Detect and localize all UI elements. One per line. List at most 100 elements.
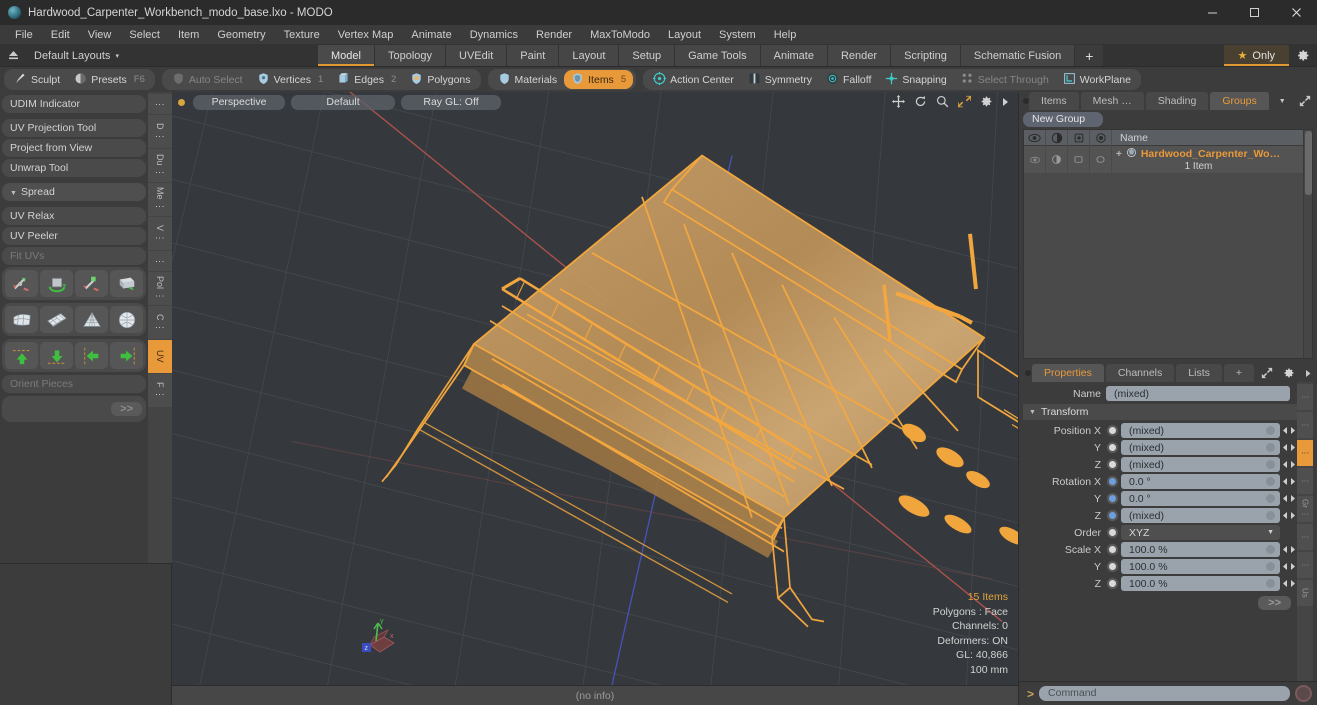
- left-vtab-6[interactable]: Pol ⋮: [148, 272, 172, 305]
- menu-item-layout[interactable]: Layout: [659, 25, 710, 45]
- right-vtab-7[interactable]: Us: [1297, 580, 1313, 606]
- properties-gear-icon[interactable]: [1278, 364, 1300, 382]
- mode-button-symmetry[interactable]: Symmetry: [741, 70, 819, 89]
- property-spinner-arrows[interactable]: [1281, 443, 1297, 452]
- left-vtab-7[interactable]: C ⋮: [148, 306, 172, 339]
- property-key-dot-icon[interactable]: [1266, 426, 1275, 435]
- table-row[interactable]: + Hardwood_Carpenter_Wo… 1 Item: [1024, 146, 1303, 174]
- uv-unwrap-icon[interactable]: [5, 306, 38, 333]
- property-spinner-arrows[interactable]: [1281, 494, 1297, 503]
- menu-item-view[interactable]: View: [79, 25, 121, 45]
- right-vtab-1[interactable]: ⋮: [1297, 412, 1313, 438]
- menu-item-help[interactable]: Help: [765, 25, 806, 45]
- layout-selector[interactable]: Default Layouts ▾: [0, 45, 318, 66]
- mode-button-edges[interactable]: Edges 2: [330, 70, 403, 89]
- menu-item-item[interactable]: Item: [169, 25, 208, 45]
- layout-tab-uvedit[interactable]: UVEdit: [446, 45, 508, 66]
- layout-tab-animate[interactable]: Animate: [760, 45, 828, 66]
- left-panel-more-button[interactable]: >>: [111, 402, 142, 416]
- right-vtab-4[interactable]: Gr ⋮: [1297, 496, 1313, 522]
- uv-move-right-icon[interactable]: [110, 342, 143, 369]
- property-animate-toggle[interactable]: [1106, 526, 1119, 539]
- property-animate-toggle[interactable]: [1106, 441, 1119, 454]
- lock-icon[interactable]: [1068, 129, 1090, 146]
- property-input[interactable]: 100.0 %: [1121, 559, 1280, 574]
- property-animate-toggle[interactable]: [1106, 577, 1119, 590]
- tab-groups[interactable]: Groups: [1210, 92, 1269, 110]
- property-key-dot-icon[interactable]: [1266, 460, 1275, 469]
- settings-gear-icon[interactable]: [1289, 45, 1317, 66]
- property-spinner-arrows[interactable]: [1281, 477, 1297, 486]
- property-input[interactable]: 100.0 %: [1121, 576, 1280, 591]
- tool-item-udim-indicator[interactable]: UDIM Indicator: [2, 95, 146, 113]
- mode-button-workplane[interactable]: WorkPlane: [1056, 70, 1138, 89]
- property-input[interactable]: 0.0 °: [1121, 474, 1280, 489]
- layout-tab-model[interactable]: Model: [318, 45, 375, 66]
- property-dropdown[interactable]: XYZ ▼: [1121, 525, 1280, 540]
- uv-rotate-icon[interactable]: [40, 270, 73, 297]
- left-vtab-2[interactable]: Du ⋮: [148, 149, 172, 182]
- command-record-button[interactable]: [1295, 685, 1312, 702]
- move-icon[interactable]: [892, 95, 905, 111]
- tab-lists[interactable]: Lists: [1176, 364, 1222, 382]
- property-key-dot-icon[interactable]: [1266, 494, 1275, 503]
- viewport-raygl-selector[interactable]: Ray GL: Off: [401, 94, 501, 110]
- info-icon[interactable]: [1090, 129, 1112, 146]
- properties-more-chevron-icon[interactable]: [1300, 364, 1317, 382]
- uv-move-down-icon[interactable]: [40, 342, 73, 369]
- uv-move-left-icon[interactable]: [75, 342, 108, 369]
- row-lock-toggle[interactable]: [1068, 146, 1090, 173]
- layout-tab-topology[interactable]: Topology: [374, 45, 447, 66]
- uv-move-icon[interactable]: [5, 270, 38, 297]
- property-animate-toggle[interactable]: [1106, 543, 1119, 556]
- transform-section-header[interactable]: ▼ Transform: [1023, 404, 1297, 420]
- left-vtab-5[interactable]: ⋮: [148, 251, 172, 271]
- uv-scale-icon[interactable]: [75, 270, 108, 297]
- menu-item-select[interactable]: Select: [120, 25, 169, 45]
- menu-item-texture[interactable]: Texture: [275, 25, 329, 45]
- tab-[interactable]: +: [1223, 364, 1254, 382]
- minimize-button[interactable]: [1191, 0, 1233, 25]
- viewport-style-selector[interactable]: Default: [291, 94, 395, 110]
- property-animate-toggle[interactable]: [1106, 509, 1119, 522]
- group-expand-plus-icon[interactable]: +: [1116, 149, 1122, 160]
- property-input[interactable]: (mixed): [1121, 508, 1280, 523]
- add-layout-tab-button[interactable]: +: [1075, 45, 1105, 66]
- zoom-icon[interactable]: [936, 95, 949, 111]
- property-input[interactable]: (mixed): [1121, 423, 1280, 438]
- layout-tab-paint[interactable]: Paint: [507, 45, 560, 66]
- row-name-cell[interactable]: + Hardwood_Carpenter_Wo…: [1116, 147, 1303, 161]
- close-button[interactable]: [1275, 0, 1317, 25]
- menu-item-dynamics[interactable]: Dynamics: [461, 25, 527, 45]
- left-vtab-8[interactable]: UV: [148, 340, 172, 373]
- left-vtab-1[interactable]: D ⋮: [148, 115, 172, 148]
- tool-item-uv-peeler[interactable]: UV Peeler: [2, 227, 146, 245]
- property-animate-toggle[interactable]: [1106, 492, 1119, 505]
- right-vtab-2[interactable]: ⋮: [1297, 440, 1313, 466]
- row-render-toggle[interactable]: [1046, 146, 1068, 173]
- property-input[interactable]: 100.0 %: [1121, 542, 1280, 557]
- layout-tab-layout[interactable]: Layout: [559, 45, 620, 66]
- property-key-dot-icon[interactable]: [1266, 511, 1275, 520]
- left-vtab-3[interactable]: Me ⋮: [148, 183, 172, 216]
- property-key-dot-icon[interactable]: [1266, 477, 1275, 486]
- property-spinner-arrows[interactable]: [1281, 460, 1297, 469]
- property-spinner-arrows[interactable]: [1281, 562, 1297, 571]
- command-input[interactable]: Command: [1039, 686, 1290, 701]
- mode-button-snapping[interactable]: Snapping: [878, 70, 953, 89]
- gear-icon[interactable]: [980, 95, 993, 111]
- property-input[interactable]: (mixed): [1121, 440, 1280, 455]
- panel-expand-icon[interactable]: [1294, 92, 1316, 110]
- viewport-projection-selector[interactable]: Perspective: [193, 94, 285, 110]
- chevron-down-icon[interactable]: ▼: [1267, 529, 1274, 536]
- menu-item-vertex-map[interactable]: Vertex Map: [329, 25, 403, 45]
- layout-tab-scripting[interactable]: Scripting: [891, 45, 961, 66]
- mode-button-select-through[interactable]: Select Through: [954, 70, 1056, 89]
- property-animate-toggle[interactable]: [1106, 458, 1119, 471]
- menu-item-maxtomodo[interactable]: MaxToModo: [581, 25, 659, 45]
- property-animate-toggle[interactable]: [1106, 475, 1119, 488]
- right-vtab-3[interactable]: ⋮: [1297, 468, 1313, 494]
- default-layouts-label[interactable]: Default Layouts: [26, 50, 110, 62]
- mode-button-action-center[interactable]: Action Center: [646, 70, 741, 89]
- fit-icon[interactable]: [958, 95, 971, 111]
